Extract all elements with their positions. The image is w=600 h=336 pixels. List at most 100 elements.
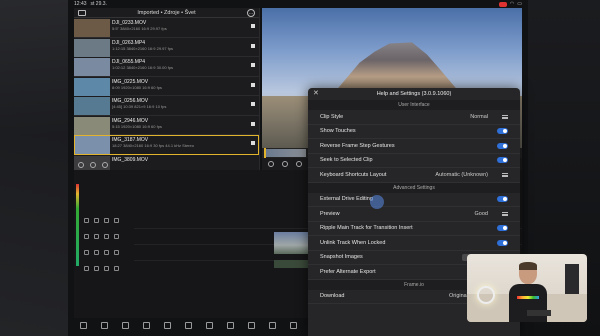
setting-label: Download (320, 293, 345, 300)
link-icon[interactable] (84, 217, 89, 223)
folder-icon[interactable] (78, 10, 86, 16)
blurred-background-left (0, 0, 68, 336)
webcam-overlay (467, 254, 587, 322)
setting-row[interactable]: Preview Good (308, 207, 520, 222)
speaker-icon[interactable] (114, 249, 119, 255)
undo-icon[interactable] (122, 321, 129, 329)
audio-icon[interactable] (227, 321, 234, 329)
toggle-switch[interactable] (497, 142, 508, 149)
setting-row[interactable]: Seek to Selected Clip (308, 154, 520, 168)
toggle-switch[interactable] (497, 225, 508, 232)
clip-item[interactable]: DJI_0655.MP4 1:02:12 3840×2160 16:9 30.00… (74, 57, 259, 77)
setting-row[interactable]: Show Touches (308, 125, 520, 139)
setting-row[interactable]: External Drive Editing (308, 193, 520, 209)
eye-icon[interactable] (104, 265, 109, 271)
clip-meta: IMG_2946.MOV 5:15 1920×1080 16:9 60 fps (112, 116, 259, 135)
media-browser: Imported • Zdroje • Švet … DJI_0233.MOV 5… (74, 8, 260, 174)
presenter-shirt (509, 284, 547, 322)
more-options-icon[interactable]: … (247, 9, 255, 17)
shirt-rainbow-stripe (517, 296, 539, 299)
link-icon[interactable] (84, 265, 89, 271)
setting-row[interactable]: Unlink Track When Locked (308, 236, 520, 251)
setting-label: Reverse Frame Step Gestures (320, 142, 395, 149)
clip-item[interactable]: IMG_2946.MOV 5:15 1920×1080 16:9 60 fps (74, 116, 259, 135)
section-advanced-settings: Advanced Settings (308, 182, 520, 193)
speaker-icon[interactable] (114, 217, 119, 223)
setting-row[interactable]: Clip Style Normal (308, 110, 520, 125)
speaker-icon[interactable] (114, 265, 119, 271)
clip-meta: IMG_0225.MOV 8:09 1920×1080 16:9 60 fps (112, 77, 259, 96)
toggle-switch[interactable] (497, 239, 508, 246)
speaker-icon[interactable] (114, 233, 119, 239)
record-icon[interactable] (90, 162, 96, 168)
eye-icon[interactable] (104, 217, 109, 223)
split-icon[interactable] (290, 321, 297, 329)
media-header: Imported • Zdroje • Švet … (74, 8, 259, 18)
lock-icon[interactable] (94, 217, 99, 223)
clip-used-marker-icon (251, 141, 255, 145)
menu-icon[interactable] (502, 114, 508, 119)
filter-icon[interactable] (102, 162, 108, 168)
color-icon[interactable] (269, 321, 276, 329)
projects-icon[interactable] (101, 321, 108, 329)
recording-indicator-icon (498, 1, 507, 7)
pen-icon[interactable] (206, 321, 213, 329)
link-icon[interactable] (84, 249, 89, 255)
setting-row[interactable]: Keyboard Shortcuts Layout Automatic (Unkn… (308, 168, 520, 183)
clip-used-marker-icon (251, 102, 255, 106)
eye-icon[interactable] (104, 233, 109, 239)
menu-icon[interactable] (502, 211, 508, 216)
lock-icon[interactable] (94, 233, 99, 239)
setting-row[interactable]: Ripple Main Track for Transition Insert (308, 222, 520, 236)
export-icon[interactable] (80, 321, 87, 329)
clip-item[interactable]: DJI_0263.MP4 1:12:15 3840×2160 16:9 29.97… (74, 38, 259, 57)
toggle-switch[interactable] (497, 157, 508, 164)
clip-thumbnail (74, 77, 110, 96)
eye-icon[interactable] (104, 249, 109, 255)
clip-details: 18:27 3840×2160 16:9 30 fps 44.1 kHz Ste… (112, 143, 194, 148)
clip-thumbnail (74, 19, 110, 37)
clip-item[interactable]: DJI_0233.MOV 5:5" 3840×2160 16:9 29.97 fp… (74, 18, 259, 38)
media-icon[interactable] (164, 321, 171, 329)
clip-thumbnail (74, 97, 110, 115)
toggle-switch[interactable] (497, 128, 508, 135)
media-breadcrumb[interactable]: Imported • Zdroje • Švet (137, 10, 195, 16)
clip-item[interactable]: IMG_0256.MOV [4:45] 10:39 821×9 16:9 10 f… (74, 96, 259, 116)
clip-item[interactable]: IMG_3187.MOV 18:27 3840×2160 16:9 30 fps … (74, 135, 259, 155)
lock-icon[interactable] (94, 249, 99, 255)
dialog-header: ✕ Help and Settings (3.0.9.1060) (308, 88, 520, 100)
status-right: ◠ ▭ (498, 1, 522, 7)
track-controls-3 (74, 248, 134, 256)
setting-label: Snapshot Images (320, 254, 363, 261)
link-icon[interactable] (84, 233, 89, 239)
adjust-icon[interactable] (282, 161, 288, 167)
menu-icon[interactable] (502, 172, 508, 177)
setting-label: Show Touches (320, 128, 356, 135)
redo-icon[interactable] (143, 321, 150, 329)
setting-label: External Drive Editing (320, 196, 373, 203)
clip-used-marker-icon (251, 24, 255, 28)
select-icon[interactable] (78, 162, 84, 168)
dialog-title: Help and Settings (3.0.9.1060) (376, 91, 452, 97)
marker-icon[interactable] (296, 161, 302, 167)
battery-icon: ▭ (517, 1, 522, 7)
clip-item[interactable]: IMG_0225.MOV 8:09 1920×1080 16:9 60 fps (74, 77, 259, 96)
setting-label: Clip Style (320, 113, 344, 120)
lock-icon[interactable] (94, 265, 99, 271)
playhead[interactable] (264, 148, 266, 158)
setting-value: Good (474, 210, 488, 217)
transform-icon[interactable] (248, 321, 255, 329)
info-icon[interactable] (268, 161, 274, 167)
clip-details: [4:45] 10:39 821×9 16:9 10 fps (112, 104, 167, 109)
toggle-switch[interactable] (497, 196, 508, 203)
clip-used-marker-icon (251, 63, 255, 67)
clip-thumbnail (74, 38, 110, 57)
lamp (477, 286, 495, 304)
clip-thumbnail (74, 58, 110, 76)
clip-details: 5:5" 3840×2160 16:9 29.97 fps (112, 26, 167, 31)
clip-thumbnail (74, 116, 110, 135)
close-icon[interactable]: ✕ (313, 89, 319, 97)
setting-row[interactable]: Reverse Frame Step Gestures (308, 139, 520, 154)
clip-list: DJI_0233.MOV 5:5" 3840×2160 16:9 29.97 fp… (74, 18, 259, 174)
text-icon[interactable] (185, 321, 192, 329)
